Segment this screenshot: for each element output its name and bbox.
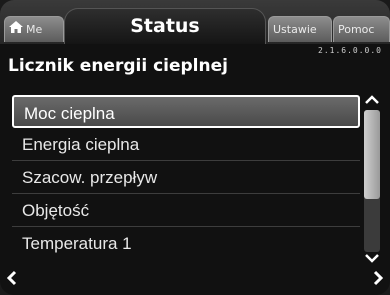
- chevron-right-icon[interactable]: [372, 270, 384, 291]
- list-item[interactable]: Temperatura 1: [12, 227, 360, 260]
- menu-list: Moc cieplna Energia cieplna Szacow. prze…: [12, 95, 360, 265]
- scrollbar-thumb[interactable]: [364, 110, 380, 200]
- chevron-down-icon[interactable]: [362, 252, 382, 266]
- tab-home-label: Me: [26, 23, 43, 36]
- scrollbar[interactable]: [364, 110, 380, 252]
- tab-settings[interactable]: Ustawie: [268, 16, 332, 42]
- list-item[interactable]: Szacow. przepływ: [12, 161, 360, 194]
- chevron-up-icon[interactable]: [362, 94, 382, 108]
- page-title: Licznik energii cieplnej: [8, 56, 228, 76]
- list-item[interactable]: Objętość: [12, 194, 360, 227]
- tab-bar: Me Status Ustawie Pomoc: [0, 0, 390, 44]
- list-item[interactable]: Energia cieplna: [12, 128, 360, 161]
- chevron-left-icon[interactable]: [6, 270, 18, 291]
- tab-help[interactable]: Pomoc: [333, 16, 390, 42]
- device-screen: Me Status Ustawie Pomoc 2.1.6.0.0.0 Licz…: [0, 0, 390, 295]
- home-icon: [9, 17, 23, 42]
- tab-home[interactable]: Me: [4, 16, 64, 42]
- version-number: 2.1.6.0.0.0: [318, 46, 382, 55]
- list-item[interactable]: Moc cieplna: [12, 95, 360, 128]
- tab-status[interactable]: Status: [64, 8, 266, 44]
